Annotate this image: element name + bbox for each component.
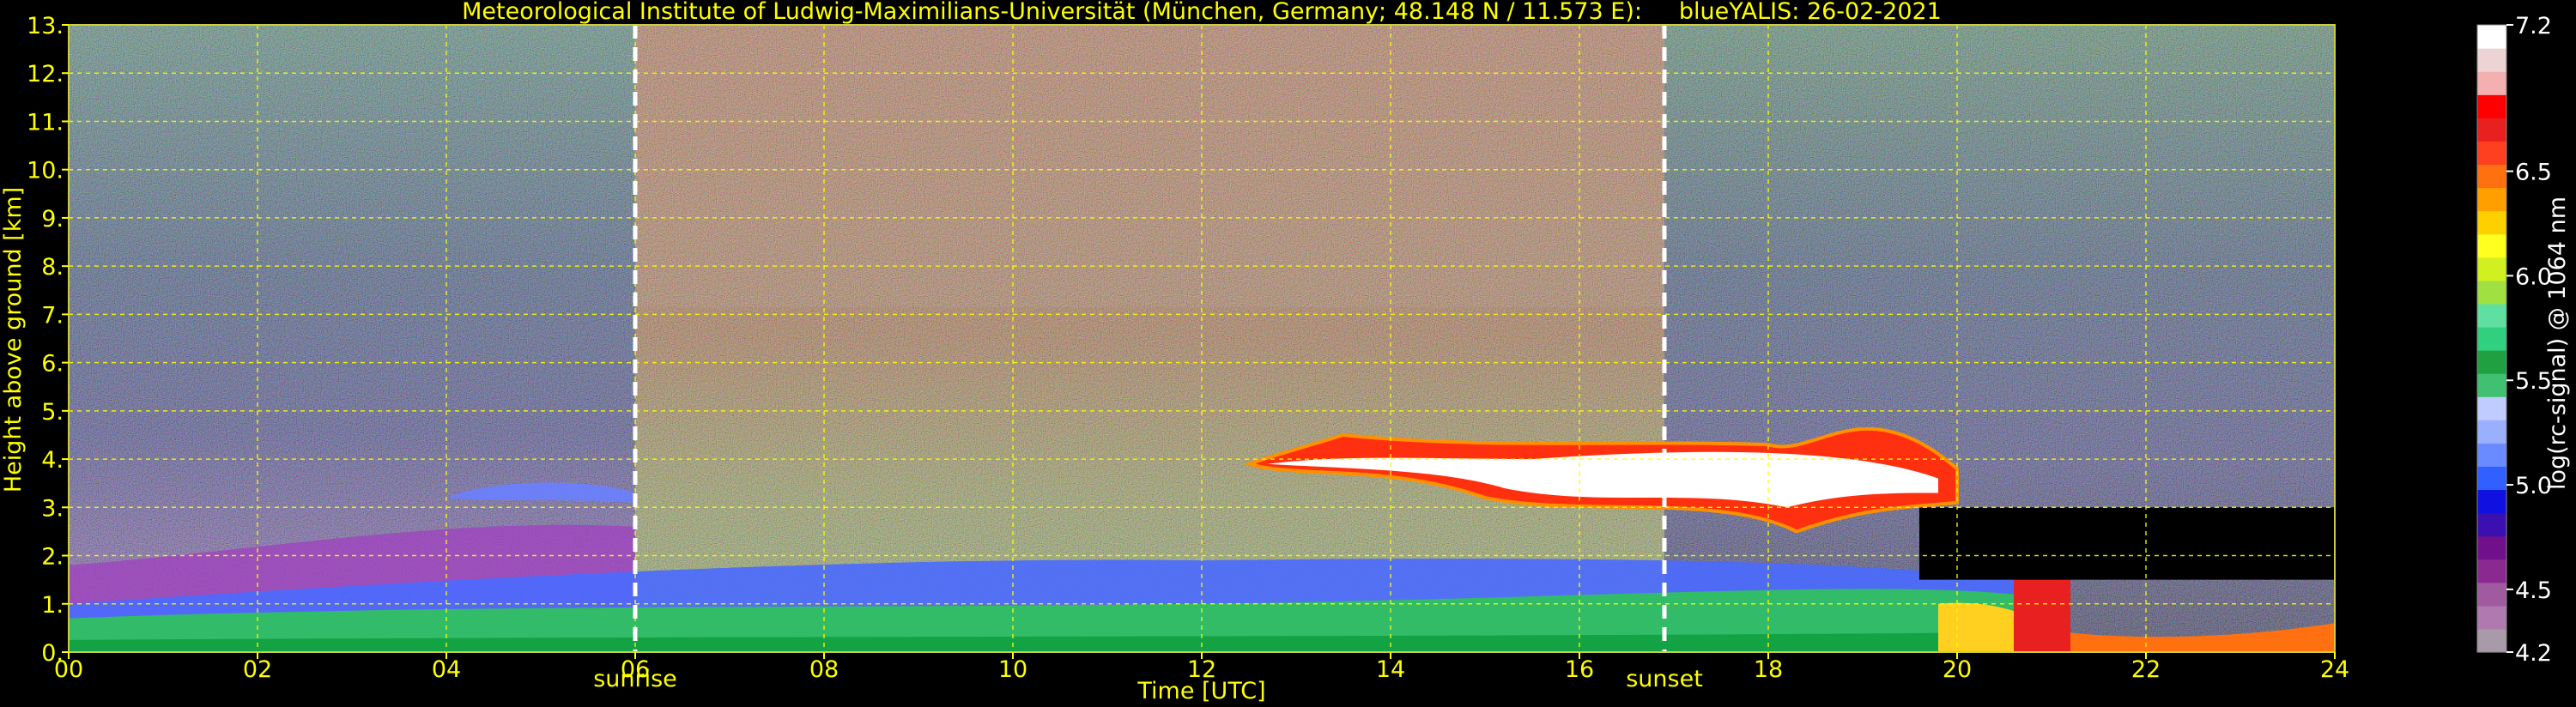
colorbar-tick-label: 6.5 <box>2515 160 2552 186</box>
colorbar-segment <box>2477 164 2506 189</box>
y-tick-label: 11. <box>27 109 64 136</box>
colorbar-label: log(rc-signal) @ 1064 nm <box>2544 196 2571 490</box>
colorbar-segment <box>2477 396 2506 420</box>
y-tick-label: 9. <box>41 206 64 233</box>
colorbar-segment <box>2477 350 2506 374</box>
y-tick-label: 3. <box>41 495 64 522</box>
colorbar-tick-label: 4.2 <box>2515 640 2552 667</box>
y-tick-label: 7. <box>41 302 64 329</box>
colorbar-segment <box>2477 187 2506 212</box>
colorbar-segment <box>2477 257 2506 281</box>
x-axis-label: Time [UTC] <box>1136 678 1265 704</box>
colorbar-segment <box>2477 466 2506 491</box>
colorbar-segment <box>2477 118 2506 142</box>
y-tick-label: 10. <box>27 158 64 184</box>
colorbar-segment <box>2477 233 2506 258</box>
y-tick-label: 1. <box>41 592 64 619</box>
colorbar-segment <box>2477 25 2506 49</box>
y-tick-label: 6. <box>41 351 64 378</box>
marker-label-sunset: sunset <box>1626 666 1703 692</box>
chart-title: Meteorological Institute of Ludwig-Maxim… <box>462 0 1942 25</box>
colorbar-segment <box>2477 535 2506 560</box>
colorbar-tick-label: 7.2 <box>2515 13 2552 39</box>
colorbar-segment <box>2477 420 2506 444</box>
colorbar-segment <box>2477 141 2506 166</box>
y-tick-label: 8. <box>41 254 64 281</box>
lidar-chart: sunrise sunset00 02 04 06 08 10 12 14 16 18 20 22 240… <box>0 0 2571 704</box>
x-tick-label: 08 <box>809 656 839 683</box>
y-tick-label: 13. <box>27 13 64 39</box>
x-tick-label: 20 <box>1943 656 1972 683</box>
x-tick-label: 14 <box>1376 656 1405 683</box>
y-tick-label: 0. <box>41 640 64 667</box>
colorbar-segment <box>2477 71 2506 95</box>
colorbar-segment <box>2477 512 2506 537</box>
colorbar-tick-label: 4.5 <box>2515 577 2552 604</box>
colorbar-segment <box>2477 326 2506 351</box>
colorbar-segment <box>2477 489 2506 514</box>
colorbar-segment <box>2477 303 2506 328</box>
colorbar-segment <box>2477 210 2506 235</box>
colorbar-segment <box>2477 373 2506 397</box>
evening-red-layer <box>2014 575 2070 652</box>
colorbar-segment <box>2477 605 2506 630</box>
x-tick-label: 04 <box>432 656 461 683</box>
y-tick-label: 5. <box>41 399 64 426</box>
colorbar-segment <box>2477 628 2506 653</box>
colorbar-segment <box>2477 582 2506 607</box>
colorbar-segment <box>2477 280 2506 305</box>
x-tick-label: 16 <box>1565 656 1594 683</box>
x-tick-label: 22 <box>2131 656 2161 683</box>
y-tick-label: 2. <box>41 544 64 571</box>
y-axis-label: Height above ground [km] <box>0 187 27 492</box>
x-tick-label: 10 <box>998 656 1027 683</box>
x-tick-label: 18 <box>1754 656 1783 683</box>
colorbar-segment <box>2477 94 2506 118</box>
colorbar-segment <box>2477 48 2506 72</box>
x-tick-label: 24 <box>2320 656 2349 683</box>
signal-blocked-region <box>1919 507 2335 580</box>
colorbar-segment <box>2477 443 2506 468</box>
y-tick-label: 4. <box>41 447 64 474</box>
colorbar-segment <box>2477 559 2506 583</box>
y-tick-label: 12. <box>27 61 64 88</box>
x-tick-label: 06 <box>621 656 650 683</box>
x-tick-label: 02 <box>243 656 272 683</box>
